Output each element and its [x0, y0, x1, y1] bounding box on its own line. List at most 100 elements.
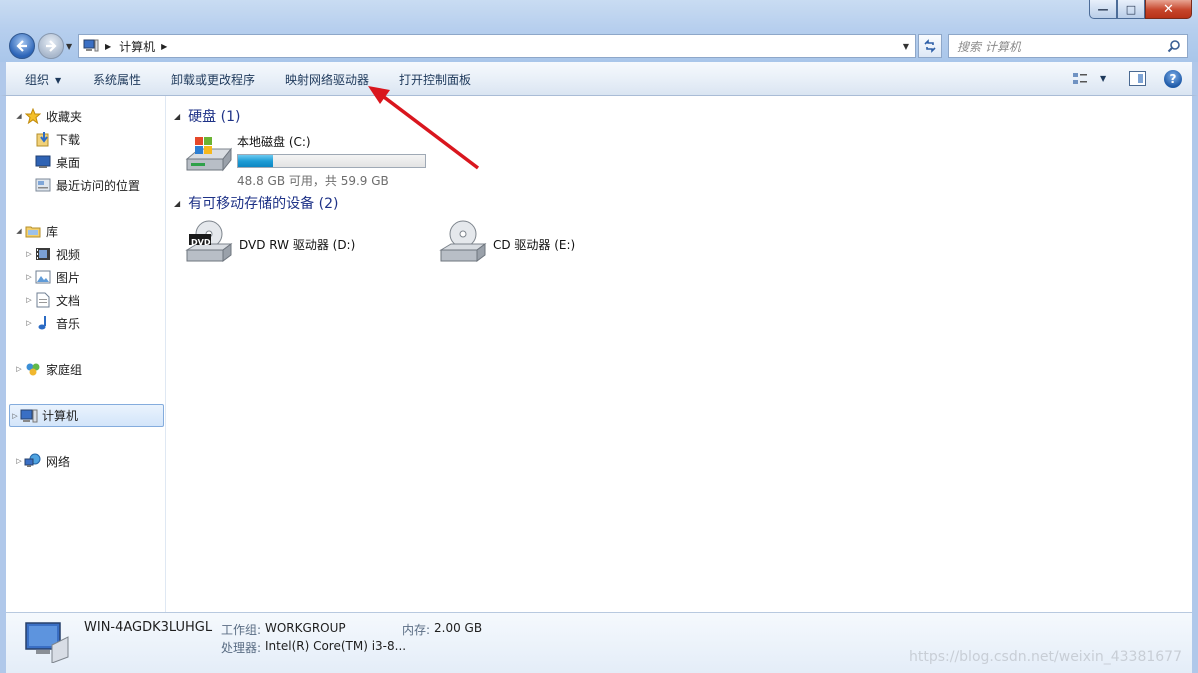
- picture-icon: [34, 269, 52, 285]
- sidebar-item-label: 计算机: [42, 409, 79, 423]
- organize-label: 组织: [25, 73, 50, 87]
- navigation-bar: ▼ ▶ 计算机 ▶ ▼ 搜索 计算机: [0, 28, 1198, 62]
- breadcrumb-computer[interactable]: 计算机: [119, 38, 155, 55]
- cd-drive-icon: [439, 220, 487, 262]
- window-controls: — □ ✕: [1089, 0, 1192, 19]
- maximize-icon: □: [1125, 2, 1137, 16]
- group-header-hard-disks[interactable]: ◢ 硬盘 (1): [174, 106, 240, 126]
- recent-pages-dropdown[interactable]: ▼: [66, 42, 72, 51]
- window-border-right: [1192, 96, 1198, 673]
- sidebar-item-music[interactable]: ▷ 音乐: [24, 313, 80, 333]
- computer-icon: [25, 622, 69, 663]
- address-dropdown[interactable]: ▼: [903, 42, 909, 51]
- sidebar-item-videos[interactable]: ▷ 视频: [24, 244, 80, 264]
- sidebar-item-computer[interactable]: ▷ 计算机: [9, 404, 164, 427]
- drive-name: DVD RW 驱动器 (D:): [239, 238, 356, 252]
- organize-menu[interactable]: 组织 ▼: [25, 71, 61, 88]
- command-bar: 组织 ▼ 系统属性 卸载或更改程序 映射网络驱动器 打开控制面板 ▼ ?: [0, 62, 1198, 96]
- address-bar[interactable]: ▶ 计算机 ▶ ▼: [78, 34, 916, 58]
- sidebar-item-label: 音乐: [56, 316, 81, 331]
- details-pane: WIN-4AGDK3LUHGL 工作组: WORKGROUP 内存: 2.00 …: [6, 612, 1192, 673]
- refresh-icon: [924, 39, 936, 53]
- sidebar-item-label: 文档: [56, 293, 81, 308]
- navigation-pane: ◢ 收藏夹 下载 桌面 最近访问的位置 ◢ 库 ▷ 视频 ▷ 图片 ▷ 文档 ▷: [6, 96, 166, 612]
- sidebar-item-desktop[interactable]: 桌面: [24, 152, 80, 172]
- sidebar-item-label: 最近访问的位置: [56, 178, 141, 193]
- collapsed-triangle-icon[interactable]: ▷: [24, 250, 34, 258]
- sidebar-item-label: 网络: [46, 454, 71, 469]
- expanded-triangle-icon[interactable]: ◢: [174, 199, 180, 208]
- refresh-button[interactable]: [918, 34, 942, 58]
- sidebar-item-favorites[interactable]: ◢ 收藏夹: [14, 106, 82, 126]
- sidebar-item-downloads[interactable]: 下载: [24, 129, 80, 149]
- arrow-left-icon: [16, 40, 27, 52]
- star-icon: [24, 108, 42, 124]
- collapsed-triangle-icon[interactable]: ▷: [24, 296, 34, 304]
- close-button[interactable]: ✕: [1145, 0, 1192, 19]
- help-icon[interactable]: ?: [1164, 70, 1182, 88]
- processor-value: Intel(R) Core(TM) i3-8...: [265, 639, 407, 653]
- music-note-icon: [34, 315, 52, 331]
- breadcrumb-separator[interactable]: ▶: [105, 42, 111, 51]
- document-icon: [34, 292, 52, 308]
- change-view-icon[interactable]: [1072, 71, 1088, 87]
- hard-drive-icon: [185, 137, 233, 172]
- drive-e[interactable]: CD 驱动器 (E:): [437, 220, 575, 268]
- sidebar-item-recent-places[interactable]: 最近访问的位置: [24, 175, 140, 195]
- watermark: https://blog.csdn.net/weixin_43381677: [908, 649, 1182, 665]
- breadcrumb-separator[interactable]: ▶: [161, 42, 167, 51]
- sidebar-item-homegroup[interactable]: ▷ 家庭组: [14, 359, 82, 379]
- search-icon[interactable]: [1167, 39, 1181, 53]
- memory-label: 内存:: [402, 623, 431, 637]
- computer-name: WIN-4AGDK3LUHGL: [84, 620, 213, 635]
- downloads-folder-icon: [34, 131, 52, 147]
- sidebar-item-pictures[interactable]: ▷ 图片: [24, 267, 80, 287]
- back-button[interactable]: [9, 33, 35, 59]
- workgroup-label: 工作组:: [221, 623, 262, 637]
- sidebar-item-label: 下载: [56, 132, 81, 147]
- sidebar-item-network[interactable]: ▷ 网络: [14, 451, 70, 471]
- collapsed-triangle-icon[interactable]: ▷: [10, 412, 20, 420]
- system-properties-button[interactable]: 系统属性: [93, 71, 141, 88]
- drive-name: CD 驱动器 (E:): [493, 238, 576, 252]
- sidebar-item-label: 库: [46, 224, 59, 239]
- sidebar-item-label: 收藏夹: [46, 109, 83, 124]
- network-icon: [24, 453, 42, 469]
- dvd-badge: DVD: [191, 238, 211, 247]
- sidebar-item-documents[interactable]: ▷ 文档: [24, 290, 80, 310]
- group-title: 有可移动存储的设备 (2): [188, 196, 339, 212]
- minimize-button[interactable]: —: [1089, 0, 1117, 19]
- maximize-button[interactable]: □: [1117, 0, 1145, 19]
- sidebar-item-label: 图片: [56, 270, 81, 285]
- homegroup-icon: [24, 361, 42, 377]
- recent-places-icon: [34, 177, 52, 193]
- computer-icon: [20, 408, 38, 424]
- search-placeholder: 搜索 计算机: [957, 39, 1021, 54]
- group-header-removable-storage[interactable]: ◢ 有可移动存储的设备 (2): [174, 193, 338, 213]
- workgroup-value: WORKGROUP: [265, 621, 346, 635]
- preview-pane-icon[interactable]: [1129, 71, 1146, 86]
- expanded-triangle-icon[interactable]: ◢: [14, 227, 24, 235]
- memory-value: 2.00 GB: [434, 621, 483, 635]
- uninstall-program-button[interactable]: 卸载或更改程序: [171, 71, 255, 88]
- library-folder-icon: [24, 223, 42, 239]
- collapsed-triangle-icon[interactable]: ▷: [24, 273, 34, 281]
- collapsed-triangle-icon[interactable]: ▷: [14, 457, 24, 465]
- close-icon: ✕: [1163, 1, 1174, 17]
- forward-button[interactable]: [38, 33, 64, 59]
- expanded-triangle-icon[interactable]: ◢: [174, 112, 180, 121]
- collapsed-triangle-icon[interactable]: ▷: [14, 365, 24, 373]
- map-network-drive-button[interactable]: 映射网络驱动器: [285, 71, 369, 88]
- view-options-dropdown[interactable]: ▼: [1100, 74, 1106, 83]
- sidebar-item-label: 桌面: [56, 155, 81, 170]
- expanded-triangle-icon[interactable]: ◢: [14, 112, 24, 120]
- group-title: 硬盘 (1): [188, 109, 241, 125]
- computer-icon: [83, 39, 99, 52]
- sidebar-item-libraries[interactable]: ◢ 库: [14, 221, 58, 241]
- collapsed-triangle-icon[interactable]: ▷: [24, 319, 34, 327]
- search-input[interactable]: 搜索 计算机: [948, 34, 1188, 58]
- drive-d[interactable]: DVD DVD RW 驱动器 (D:): [183, 220, 355, 268]
- sidebar-item-label: 家庭组: [46, 362, 83, 377]
- desktop-icon: [34, 154, 52, 170]
- processor-label: 处理器:: [221, 641, 262, 655]
